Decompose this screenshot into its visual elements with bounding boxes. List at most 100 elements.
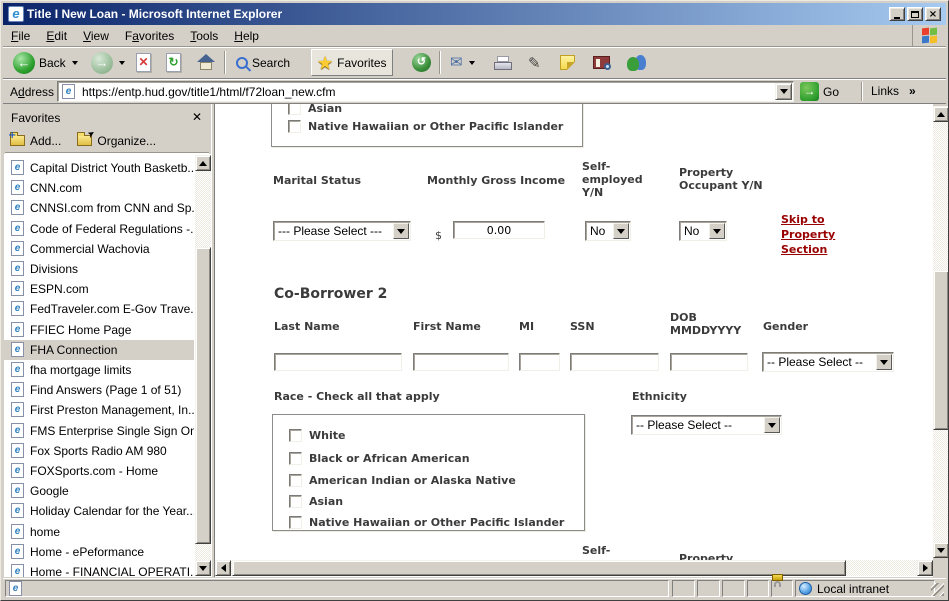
menu-view[interactable]: View [75, 26, 117, 46]
add-favorite-label: Add... [30, 134, 61, 148]
income-input[interactable] [453, 221, 545, 239]
favorites-item[interactable]: eCapital District Youth Basketb... [4, 158, 194, 178]
mail-dropdown-icon[interactable] [469, 61, 475, 65]
maximize-button[interactable] [907, 7, 923, 21]
resize-grip[interactable] [931, 583, 944, 596]
content-scroll-down-button[interactable] [933, 542, 949, 558]
back-dropdown-icon[interactable] [72, 61, 78, 65]
ie-page-icon: e [11, 200, 24, 215]
print-button[interactable] [489, 49, 517, 76]
history-button[interactable]: ↺ [407, 49, 436, 76]
skip-to-property-link[interactable]: Skip to Property Section [781, 212, 845, 257]
favorites-item[interactable]: eDivisions [4, 259, 194, 279]
content-scroll-left-button[interactable] [215, 560, 231, 576]
menu-favorites[interactable]: Favorites [117, 26, 182, 46]
checkbox-white[interactable] [289, 429, 302, 442]
go-button[interactable]: → Go [800, 81, 839, 102]
links-button[interactable]: Links » [871, 84, 916, 98]
first-name-input[interactable] [413, 353, 509, 371]
select-dropdown-button[interactable] [709, 223, 725, 239]
favorites-item[interactable]: eGoogle [4, 481, 194, 501]
marital-status-value: --- Please Select --- [278, 224, 392, 238]
content-scroll-right-button[interactable] [917, 560, 933, 576]
favorites-item-label: ESPN.com [30, 282, 89, 296]
property-occupant-select[interactable]: No [679, 221, 727, 241]
favorites-item[interactable]: eCNN.com [4, 178, 194, 198]
last-name-input[interactable] [274, 353, 402, 371]
content-vscrollbar-thumb[interactable] [933, 270, 949, 430]
back-button[interactable]: ← Back [8, 49, 83, 76]
select-dropdown-button[interactable] [876, 354, 892, 370]
checkbox-american-indian[interactable] [289, 474, 302, 487]
race-option-row: White [289, 429, 345, 442]
refresh-button[interactable]: ↻ [161, 49, 186, 76]
organize-favorites-button[interactable]: ➤ Organize... [77, 134, 156, 148]
favorites-item[interactable]: eFFIEC Home Page [4, 320, 194, 340]
menu-tools[interactable]: Tools [182, 26, 226, 46]
favorites-item[interactable]: eFox Sports Radio AM 980 [4, 441, 194, 461]
favorites-scroll-up-button[interactable] [195, 155, 211, 171]
forward-dropdown-icon[interactable] [119, 61, 125, 65]
close-button[interactable]: × [925, 7, 941, 21]
favorites-item[interactable]: eCNNSI.com from CNN and Sp... [4, 198, 194, 218]
select-dropdown-button[interactable] [393, 223, 409, 239]
address-input[interactable]: e https://entp.hud.gov/title1/html/f72lo… [57, 81, 794, 102]
favorites-item[interactable]: eCommercial Wachovia [4, 239, 194, 259]
favorites-item[interactable]: eCode of Federal Regulations -... [4, 219, 194, 239]
stop-button[interactable]: ✕ [131, 49, 156, 76]
favorites-item[interactable]: eFMS Enterprise Single Sign On... [4, 421, 194, 441]
favorites-item[interactable]: eFOXSports.com - Home [4, 461, 194, 481]
discuss-button[interactable] [555, 49, 580, 76]
favorites-item[interactable]: eESPN.com [4, 279, 194, 299]
race-option-label: Asian [309, 495, 343, 508]
favorites-item[interactable]: eFHA Connection [4, 340, 194, 360]
menu-file[interactable]: File [3, 26, 38, 46]
mail-button[interactable]: ✉ [445, 49, 480, 76]
favorites-item[interactable]: eFind Answers (Page 1 of 51) [4, 380, 194, 400]
favorites-item[interactable]: eHome - ePeformance [4, 542, 194, 562]
checkbox-asian[interactable] [289, 495, 302, 508]
mi-input[interactable] [519, 353, 560, 371]
menu-edit[interactable]: Edit [38, 26, 75, 46]
home-button[interactable] [191, 49, 221, 76]
favorites-button[interactable]: ★ Favorites [311, 49, 393, 76]
menu-help[interactable]: Help [226, 26, 267, 46]
ethnicity-select[interactable]: -- Please Select -- [631, 415, 782, 435]
select-dropdown-button[interactable] [613, 223, 629, 239]
research-button[interactable] [588, 49, 615, 76]
favorites-scrollbar-thumb[interactable] [195, 247, 211, 544]
address-url-text[interactable]: https://entp.hud.gov/title1/html/f72loan… [82, 85, 336, 99]
add-favorite-button[interactable]: + Add... [10, 134, 61, 148]
close-favorites-icon[interactable]: ✕ [189, 109, 205, 125]
messenger-button[interactable] [622, 49, 652, 76]
content-hscrollbar-thumb[interactable] [232, 560, 846, 576]
checkbox-asian[interactable] [288, 104, 301, 115]
favorites-scroll-down-button[interactable] [195, 560, 211, 576]
content-scroll-up-button[interactable] [933, 106, 949, 122]
ssn-input[interactable] [570, 353, 659, 371]
favorites-item[interactable]: efha mortgage limits [4, 360, 194, 380]
self-employed-select[interactable]: No [585, 221, 631, 241]
favorites-item[interactable]: ehome [4, 522, 194, 542]
forward-button[interactable]: → [86, 49, 130, 76]
arrow-down-icon [937, 548, 945, 553]
minimize-button[interactable] [889, 7, 905, 21]
favorites-item-label: FMS Enterprise Single Sign On... [30, 424, 194, 438]
dob-input[interactable] [670, 353, 748, 371]
gender-select[interactable]: -- Please Select -- [762, 352, 894, 372]
title-bar[interactable]: e Title I New Loan - Microsoft Internet … [3, 3, 946, 25]
favorites-item[interactable]: eHoliday Calendar for the Year... [4, 501, 194, 521]
checkbox-native-hawaiian[interactable] [289, 516, 302, 529]
favorites-item[interactable]: eHome - FINANCIAL OPERATI... [4, 562, 194, 577]
favorites-actions: + Add... ➤ Organize... [5, 129, 209, 153]
favorites-item[interactable]: eFirst Preston Management, In... [4, 400, 194, 420]
checkbox-black[interactable] [289, 452, 302, 465]
search-button[interactable]: Search [231, 49, 295, 76]
favorites-item[interactable]: eFedTraveler.com E-Gov Trave... [4, 299, 194, 319]
race-fieldset-borrower1: Asian Native Hawaiian or Other Pacific I… [271, 104, 583, 147]
address-dropdown-button[interactable] [775, 83, 792, 100]
checkbox-native-hawaiian[interactable] [288, 120, 301, 133]
marital-status-select[interactable]: --- Please Select --- [273, 221, 411, 241]
select-dropdown-button[interactable] [764, 417, 780, 433]
edit-button[interactable]: ✎ [523, 49, 546, 76]
